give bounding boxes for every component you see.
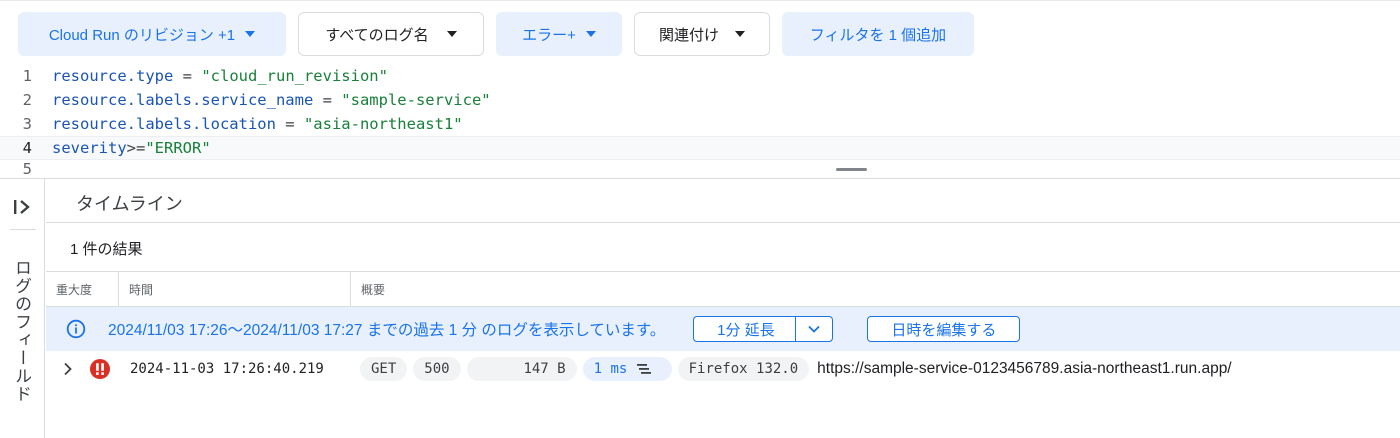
log-entry-row[interactable]: 2024-11-03 17:26:40.219 GET 500 147 B 1 … xyxy=(46,352,1400,386)
revision-filter-chip[interactable]: Cloud Run のリビジョン +1 xyxy=(18,12,286,56)
http-status-chip[interactable]: 500 xyxy=(413,357,461,381)
panel-separator xyxy=(10,229,36,230)
timeline-divider xyxy=(46,222,1400,223)
log-timestamp: 2024-11-03 17:26:40.219 xyxy=(130,361,324,377)
line-number: 2 xyxy=(22,91,32,109)
expand-panel-icon xyxy=(14,200,30,214)
caret-down-icon xyxy=(585,31,596,37)
caret-down-icon xyxy=(245,31,256,37)
query-value: "ERROR" xyxy=(145,139,211,157)
error-icon xyxy=(90,359,110,379)
revision-filter-label: Cloud Run のリビジョン +1 xyxy=(48,26,236,44)
chevron-down-icon xyxy=(808,325,821,333)
latency-chip[interactable]: 1 ms xyxy=(582,357,672,381)
response-size-chip[interactable]: 147 B xyxy=(466,357,577,381)
caret-down-icon xyxy=(735,31,745,37)
query-value: "cloud_run_revision" xyxy=(201,67,388,85)
log-fields-label[interactable]: ログのフィールド xyxy=(10,259,34,403)
query-line-4[interactable]: 4 severity >= "ERROR" xyxy=(0,136,1400,160)
correlate-filter-chip[interactable]: 関連付け xyxy=(634,12,770,56)
caret-down-icon xyxy=(446,31,457,37)
editor-resize-handle[interactable] xyxy=(836,168,867,171)
query-operator: = xyxy=(313,91,342,109)
http-method-chip[interactable]: GET xyxy=(360,357,408,381)
column-summary[interactable]: 概要 xyxy=(351,272,951,306)
query-operator: = xyxy=(275,115,304,133)
line-number: 3 xyxy=(22,115,32,133)
info-icon xyxy=(66,319,86,339)
query-field: severity xyxy=(52,139,127,157)
query-field: resource.type xyxy=(52,67,174,85)
query-line-2[interactable]: 2 resource.labels.service_name = "sample… xyxy=(0,88,1400,112)
query-line-3[interactable]: 3 resource.labels.location = "asia-north… xyxy=(0,112,1400,136)
query-line-1[interactable]: 1 resource.type = "cloud_run_revision" xyxy=(0,64,1400,88)
line-number: 5 xyxy=(22,160,32,178)
query-line-5[interactable]: 5 xyxy=(0,160,1400,178)
query-value: "asia-northeast1" xyxy=(303,115,463,133)
edit-date-button[interactable]: 日時を編集する xyxy=(867,316,1021,342)
extend-range-dropdown[interactable] xyxy=(795,316,834,342)
results-column-header: 重大度 時間 概要 xyxy=(46,271,1400,307)
latency-value: 1 ms xyxy=(593,361,628,377)
query-editor[interactable]: 1 resource.type = "cloud_run_revision" 2… xyxy=(0,62,1400,178)
time-range-banner: 2024/11/03 17:26〜2024/11/03 17:27 までの過去 … xyxy=(46,307,1400,351)
request-url: https://sample-service-0123456789.asia-n… xyxy=(817,360,1232,377)
extend-range-button[interactable]: 1分 延長 xyxy=(693,316,796,342)
severity-filter-chip[interactable]: エラー+ xyxy=(496,12,622,56)
results-count: 1 件の結果 xyxy=(70,241,143,258)
user-agent-chip[interactable]: Firefox 132.0 xyxy=(677,357,810,381)
log-name-filter-chip[interactable]: すべてのログ名 xyxy=(298,12,484,56)
query-field: resource.labels.service_name xyxy=(52,91,314,109)
expand-panel-button[interactable] xyxy=(10,195,36,219)
banner-message: 2024/11/03 17:26〜2024/11/03 17:27 までの過去 … xyxy=(108,322,666,339)
editor-divider xyxy=(0,178,1400,179)
line-number: 1 xyxy=(22,67,32,85)
expand-row-button[interactable] xyxy=(58,359,78,379)
query-operator: = xyxy=(173,67,202,85)
query-field: resource.labels.location xyxy=(52,115,276,133)
query-operator: >= xyxy=(126,139,146,157)
chevron-right-icon xyxy=(64,362,72,376)
top-divider xyxy=(0,0,1400,1)
column-time[interactable]: 時間 xyxy=(119,272,351,306)
correlate-filter-label: 関連付け xyxy=(658,26,719,44)
add-filter-label: フィルタを 1 個追加 xyxy=(809,26,947,44)
timeline-title[interactable]: タイムライン xyxy=(76,190,183,216)
severity-filter-label: エラー+ xyxy=(522,26,576,44)
query-value: "sample-service" xyxy=(341,91,491,109)
line-number: 4 xyxy=(22,139,32,157)
extend-range-split-button: 1分 延長 xyxy=(693,316,834,342)
add-filter-chip[interactable]: フィルタを 1 個追加 xyxy=(782,12,974,56)
column-severity[interactable]: 重大度 xyxy=(46,272,119,306)
log-name-filter-label: すべてのログ名 xyxy=(325,26,429,44)
log-fields-panel: ログのフィールド xyxy=(0,179,45,438)
waterfall-icon xyxy=(637,364,652,374)
filter-chip-bar: Cloud Run のリビジョン +1 すべてのログ名 エラー+ 関連付け フィ… xyxy=(18,12,974,56)
